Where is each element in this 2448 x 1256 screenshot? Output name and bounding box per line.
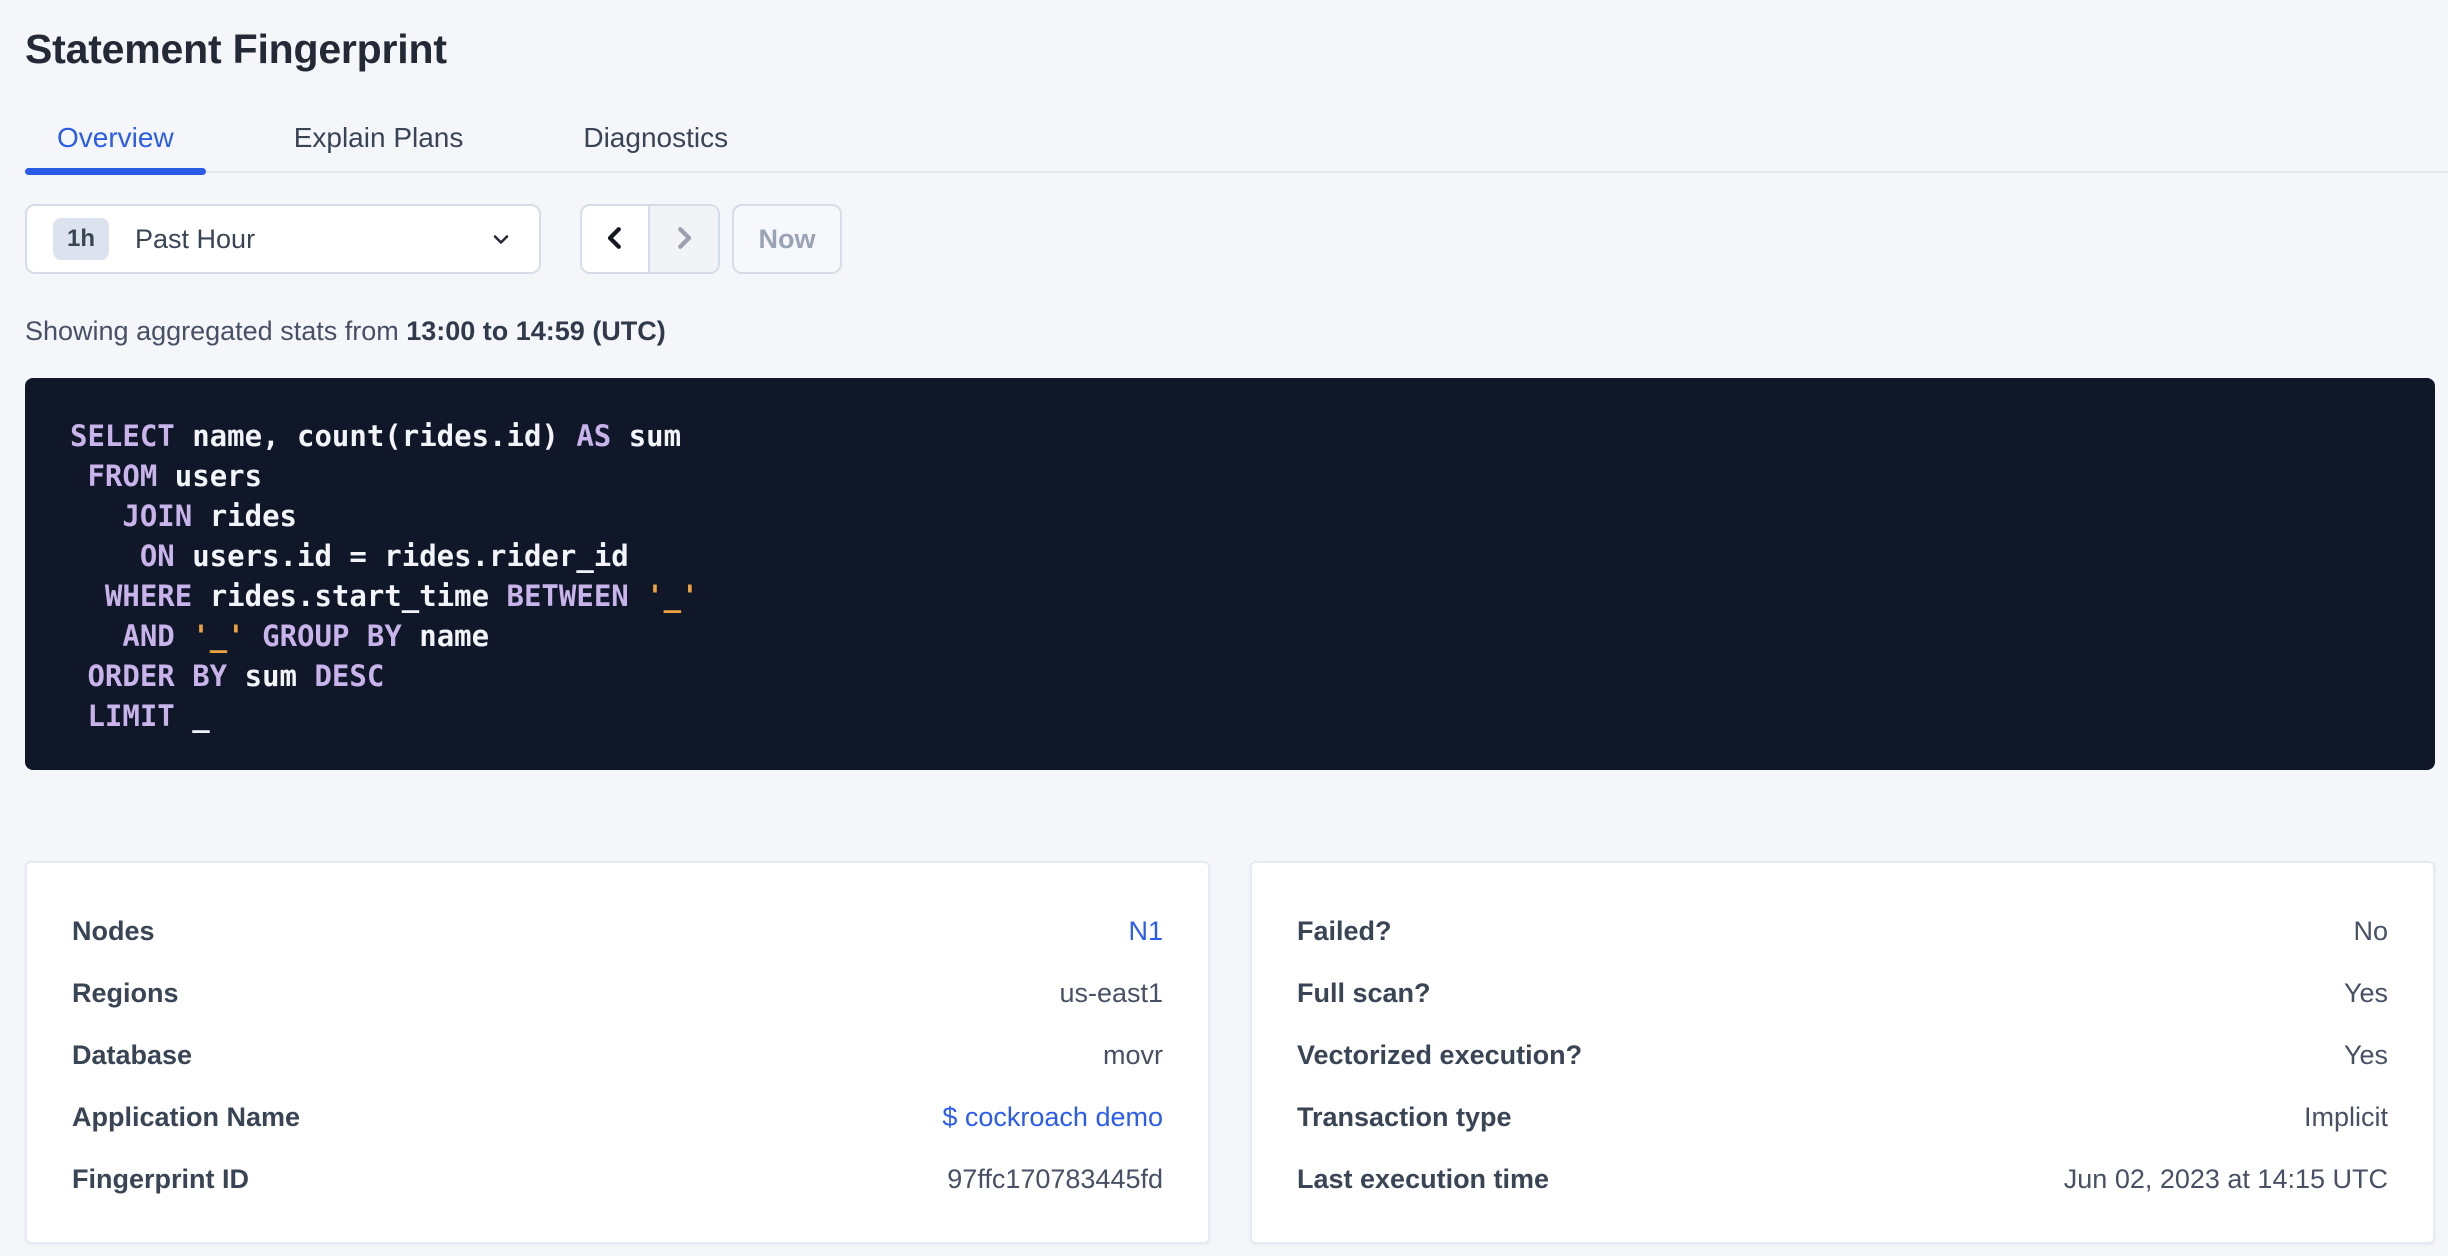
time-range-dropdown[interactable]: 1h Past Hour [25,204,541,274]
info-row: Regions us-east1 [72,962,1163,1024]
info-value: 97ffc170783445fd [947,1163,1163,1194]
page-title: Statement Fingerprint [25,26,447,72]
tab-overview[interactable]: Overview [25,119,206,175]
info-value: us-east1 [1059,977,1163,1008]
tab-explain-plans[interactable]: Explain Plans [262,119,496,171]
chevron-right-icon [669,223,699,256]
info-value-link[interactable]: N1 [1128,916,1163,947]
info-value: movr [1103,1039,1163,1070]
info-row: Transaction type Implicit [1297,1086,2388,1148]
info-value: No [2353,915,2388,946]
info-label: Transaction type [1297,1101,1512,1132]
info-row: Nodes N1 [72,900,1163,962]
info-row: Vectorized execution? Yes [1297,1024,2388,1086]
statement-details-card: Nodes N1 Regions us-east1 Database movr Applic… [25,861,1210,1244]
info-label: Application Name [72,1101,301,1132]
info-label: Last execution time [1297,1163,1550,1194]
stats-time-range: 13:00 to 14:59 (UTC) [406,316,666,346]
chevron-down-icon [489,227,513,251]
info-label: Full scan? [1297,977,1431,1008]
stats-prefix: Showing aggregated stats from [25,316,407,346]
time-interval-nav [580,204,720,274]
details-cards: Nodes N1 Regions us-east1 Database movr Applic… [25,861,2435,1244]
time-range-badge: 1h [53,218,110,260]
sql-line: AND '_' GROUP BY name [122,619,490,653]
now-button[interactable]: Now [732,204,842,274]
chevron-left-icon [600,223,630,256]
info-label: Fingerprint ID [72,1163,249,1194]
info-value: Jun 02, 2023 at 14:15 UTC [2063,1163,2388,1194]
execution-attributes-card: Failed? No Full scan? Yes Vectorized executi… [1250,861,2435,1244]
sql-line: ON users.id = rides.rider_id [139,539,629,573]
info-label: Vectorized execution? [1297,1039,1583,1070]
info-row: Last execution time Jun 02, 2023 at 14:15… [1297,1148,2388,1210]
info-value: Yes [2343,1039,2388,1070]
info-label: Nodes [72,915,155,946]
info-row: Application Name $ cockroach demo [72,1086,1163,1148]
info-row: Fingerprint ID 97ffc170783445fd [72,1148,1163,1210]
info-label: Failed? [1297,915,1392,946]
info-row: Database movr [72,1024,1163,1086]
info-value: Implicit [2303,1101,2388,1132]
sql-line: WHERE rides.start_time BETWEEN '_' [104,579,699,613]
info-label: Database [72,1039,193,1070]
time-range-label: Past Hour [135,223,256,254]
sql-line: LIMIT _ [87,699,210,733]
aggregated-stats-text: Showing aggregated stats from 13:00 to 1… [25,316,2448,347]
previous-interval-button[interactable] [582,206,650,272]
tab-diagnostics[interactable]: Diagnostics [551,119,760,171]
info-label: Regions [72,977,179,1008]
sql-line: JOIN rides [122,499,297,533]
sql-line: FROM users [87,459,263,493]
next-interval-button[interactable] [650,206,718,272]
statement-fingerprint-page: Statement Fingerprint Overview Explain Pl… [0,0,2448,1256]
sql-statement-box: SELECT name, count(rides.id) AS sum FROM… [25,378,2435,770]
info-row: Failed? No [1297,900,2388,962]
time-controls: 1h Past Hour Now [25,204,2448,274]
sql-line: SELECT name, count(rides.id) AS sum [70,419,682,453]
info-value: Yes [2343,977,2388,1008]
tabs-bar: Overview Explain Plans Diagnostics [25,119,2448,175]
info-value-link[interactable]: $ cockroach demo [942,1102,1163,1133]
sql-line: ORDER BY sum DESC [87,659,385,693]
info-row: Full scan? Yes [1297,962,2388,1024]
